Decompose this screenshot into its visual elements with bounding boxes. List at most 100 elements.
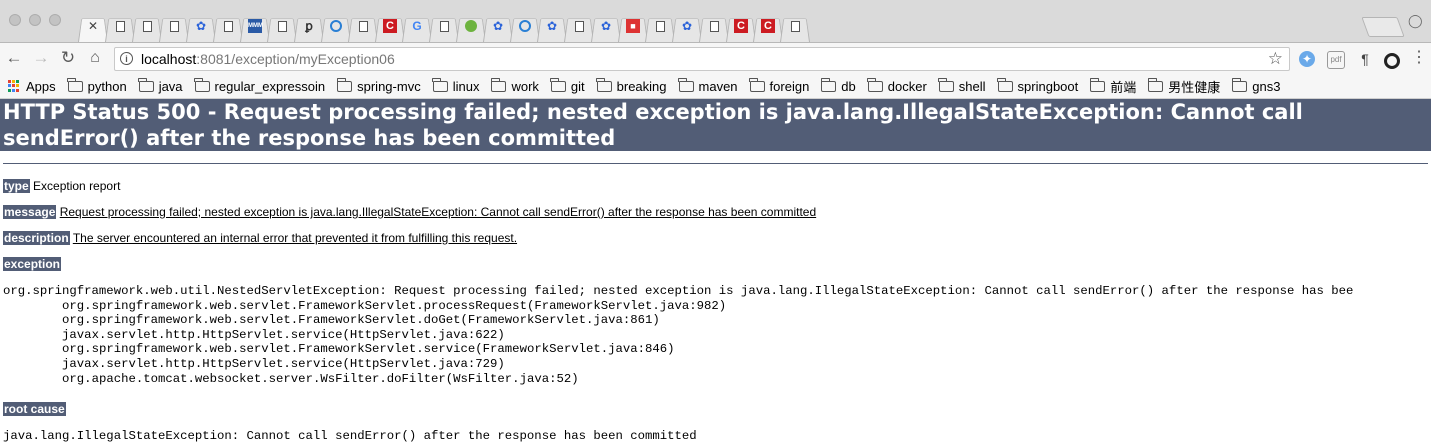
- baidu-paw-icon: ✿: [600, 19, 612, 33]
- browser-tab[interactable]: [105, 10, 135, 42]
- document-icon: [142, 20, 152, 32]
- bookmark-folder[interactable]: regular_expressoin: [194, 77, 325, 94]
- browser-tab[interactable]: ■: [618, 10, 648, 42]
- bookmark-folder[interactable]: foreign: [749, 77, 809, 94]
- browser-tab[interactable]: C: [375, 10, 405, 42]
- browser-tab[interactable]: [267, 10, 297, 42]
- close-window-button[interactable]: [9, 14, 21, 26]
- bookmark-star-icon[interactable]: ☆: [1268, 49, 1283, 69]
- browser-tab[interactable]: C: [726, 10, 756, 42]
- folder-icon: [67, 77, 83, 92]
- baidu-paw-icon: ✿: [492, 19, 504, 33]
- bookmark-label: spring-mvc: [357, 78, 421, 94]
- bookmark-folder[interactable]: docker: [867, 77, 927, 94]
- apps-label: Apps: [26, 78, 56, 94]
- folder-icon: [820, 77, 837, 92]
- bookmark-folder[interactable]: maven: [678, 77, 738, 94]
- bookmark-label: breaking: [616, 78, 667, 94]
- url-text[interactable]: localhost:8081/exception/myException06: [141, 51, 395, 67]
- bookmark-folder[interactable]: work: [490, 77, 539, 94]
- browser-tab[interactable]: [429, 10, 459, 42]
- browser-tab[interactable]: [348, 10, 378, 42]
- browser-tab[interactable]: ✕: [78, 10, 108, 42]
- description-value: The server encountered an internal error…: [72, 231, 518, 245]
- pilcrow-icon[interactable]: ¶: [1357, 51, 1373, 67]
- bookmark-label: db: [841, 78, 856, 94]
- bookmark-folder[interactable]: 男性健康: [1147, 77, 1221, 96]
- document-icon: [358, 20, 368, 32]
- bookmark-folder[interactable]: db: [820, 77, 856, 94]
- bookmark-folder[interactable]: shell: [938, 77, 986, 94]
- browser-tab[interactable]: [213, 10, 243, 42]
- folder-icon: [1089, 77, 1106, 92]
- message-value: Request processing failed; nested except…: [59, 205, 817, 219]
- bookmark-folder[interactable]: springboot: [997, 77, 1078, 94]
- document-icon: [277, 20, 287, 32]
- divider: [3, 163, 1428, 164]
- bookmark-folder[interactable]: gns3: [1231, 77, 1281, 94]
- browser-tab[interactable]: [132, 10, 162, 42]
- bookmark-label: python: [87, 78, 127, 94]
- new-tab-button[interactable]: [1361, 17, 1405, 37]
- browser-tab[interactable]: [456, 10, 486, 42]
- folder-icon: [938, 77, 954, 92]
- home-button[interactable]: ⌂: [84, 47, 106, 69]
- browser-tab[interactable]: [645, 10, 675, 42]
- red-c-icon: C: [761, 19, 775, 33]
- browser-tab[interactable]: [321, 10, 351, 42]
- browser-tab[interactable]: G: [402, 10, 432, 42]
- folder-icon: [678, 77, 694, 92]
- browser-toolbar: ← → ↻ ⌂ i localhost:8081/exception/myExc…: [0, 43, 1431, 74]
- browser-tab[interactable]: ꝑ: [294, 10, 324, 42]
- exception-label: exception: [3, 257, 62, 271]
- browser-tab[interactable]: [159, 10, 189, 42]
- browser-tab[interactable]: ✿: [672, 10, 702, 42]
- bookmark-folder[interactable]: 前端: [1089, 77, 1136, 96]
- menu-icon[interactable]: ⋮: [1411, 50, 1427, 67]
- bookmark-folder[interactable]: spring-mvc: [336, 77, 421, 94]
- bookmark-folder[interactable]: python: [67, 77, 127, 94]
- browser-tab[interactable]: MMM: [240, 10, 270, 42]
- bookmark-label: git: [570, 78, 585, 94]
- browser-tab[interactable]: ✿: [591, 10, 621, 42]
- root-cause-label: root cause: [3, 402, 66, 416]
- document-icon: [223, 20, 233, 32]
- close-icon[interactable]: ✕: [86, 19, 100, 33]
- back-button[interactable]: ←: [3, 47, 25, 69]
- document-icon: [169, 20, 179, 32]
- browser-tab[interactable]: [780, 10, 810, 42]
- address-bar[interactable]: i localhost:8081/exception/myException06…: [114, 47, 1290, 71]
- tab-strip: ✕ ✿ MMM ꝑ C G ✿ ✿ ✿ ■ ✿ C C ◯: [0, 0, 1431, 43]
- bookmark-folder[interactable]: linux: [432, 77, 479, 94]
- browser-tab[interactable]: [510, 10, 540, 42]
- extension-compass-icon[interactable]: ✦: [1299, 51, 1315, 67]
- browser-tab[interactable]: ✿: [186, 10, 216, 42]
- mmm-logo-icon: MMM: [248, 19, 263, 33]
- bookmark-label: work: [511, 78, 539, 94]
- zoom-window-button[interactable]: [49, 14, 61, 26]
- forward-button[interactable]: →: [30, 47, 52, 69]
- minimize-window-button[interactable]: [29, 14, 41, 26]
- folder-icon: [550, 77, 566, 92]
- browser-tab[interactable]: [564, 10, 594, 42]
- spring-leaf-icon: [465, 20, 477, 32]
- extension-pdf-icon[interactable]: pdf: [1327, 51, 1345, 69]
- url-path: :8081/exception/myException06: [196, 51, 395, 67]
- profile-icon[interactable]: ◯: [1408, 13, 1423, 28]
- extension-ring-icon[interactable]: [1384, 53, 1400, 69]
- site-info-icon[interactable]: i: [120, 52, 133, 65]
- bookmark-folder[interactable]: breaking: [596, 77, 667, 94]
- browser-tab[interactable]: [699, 10, 729, 42]
- browser-tab[interactable]: ✿: [483, 10, 513, 42]
- bookmarks-bar: Apps python java regular_expressoin spring-…: [0, 74, 1431, 99]
- reload-button[interactable]: ↻: [57, 47, 79, 69]
- bookmark-folder[interactable]: java: [138, 77, 183, 94]
- bookmark-label: 男性健康: [1168, 79, 1221, 95]
- document-icon: [655, 20, 665, 32]
- browser-tab[interactable]: ✿: [537, 10, 567, 42]
- red-c-icon: C: [734, 19, 748, 33]
- bookmark-folder[interactable]: git: [550, 77, 585, 94]
- folder-icon: [138, 77, 154, 92]
- apps-shortcut[interactable]: Apps: [0, 79, 56, 94]
- browser-tab[interactable]: C: [753, 10, 783, 42]
